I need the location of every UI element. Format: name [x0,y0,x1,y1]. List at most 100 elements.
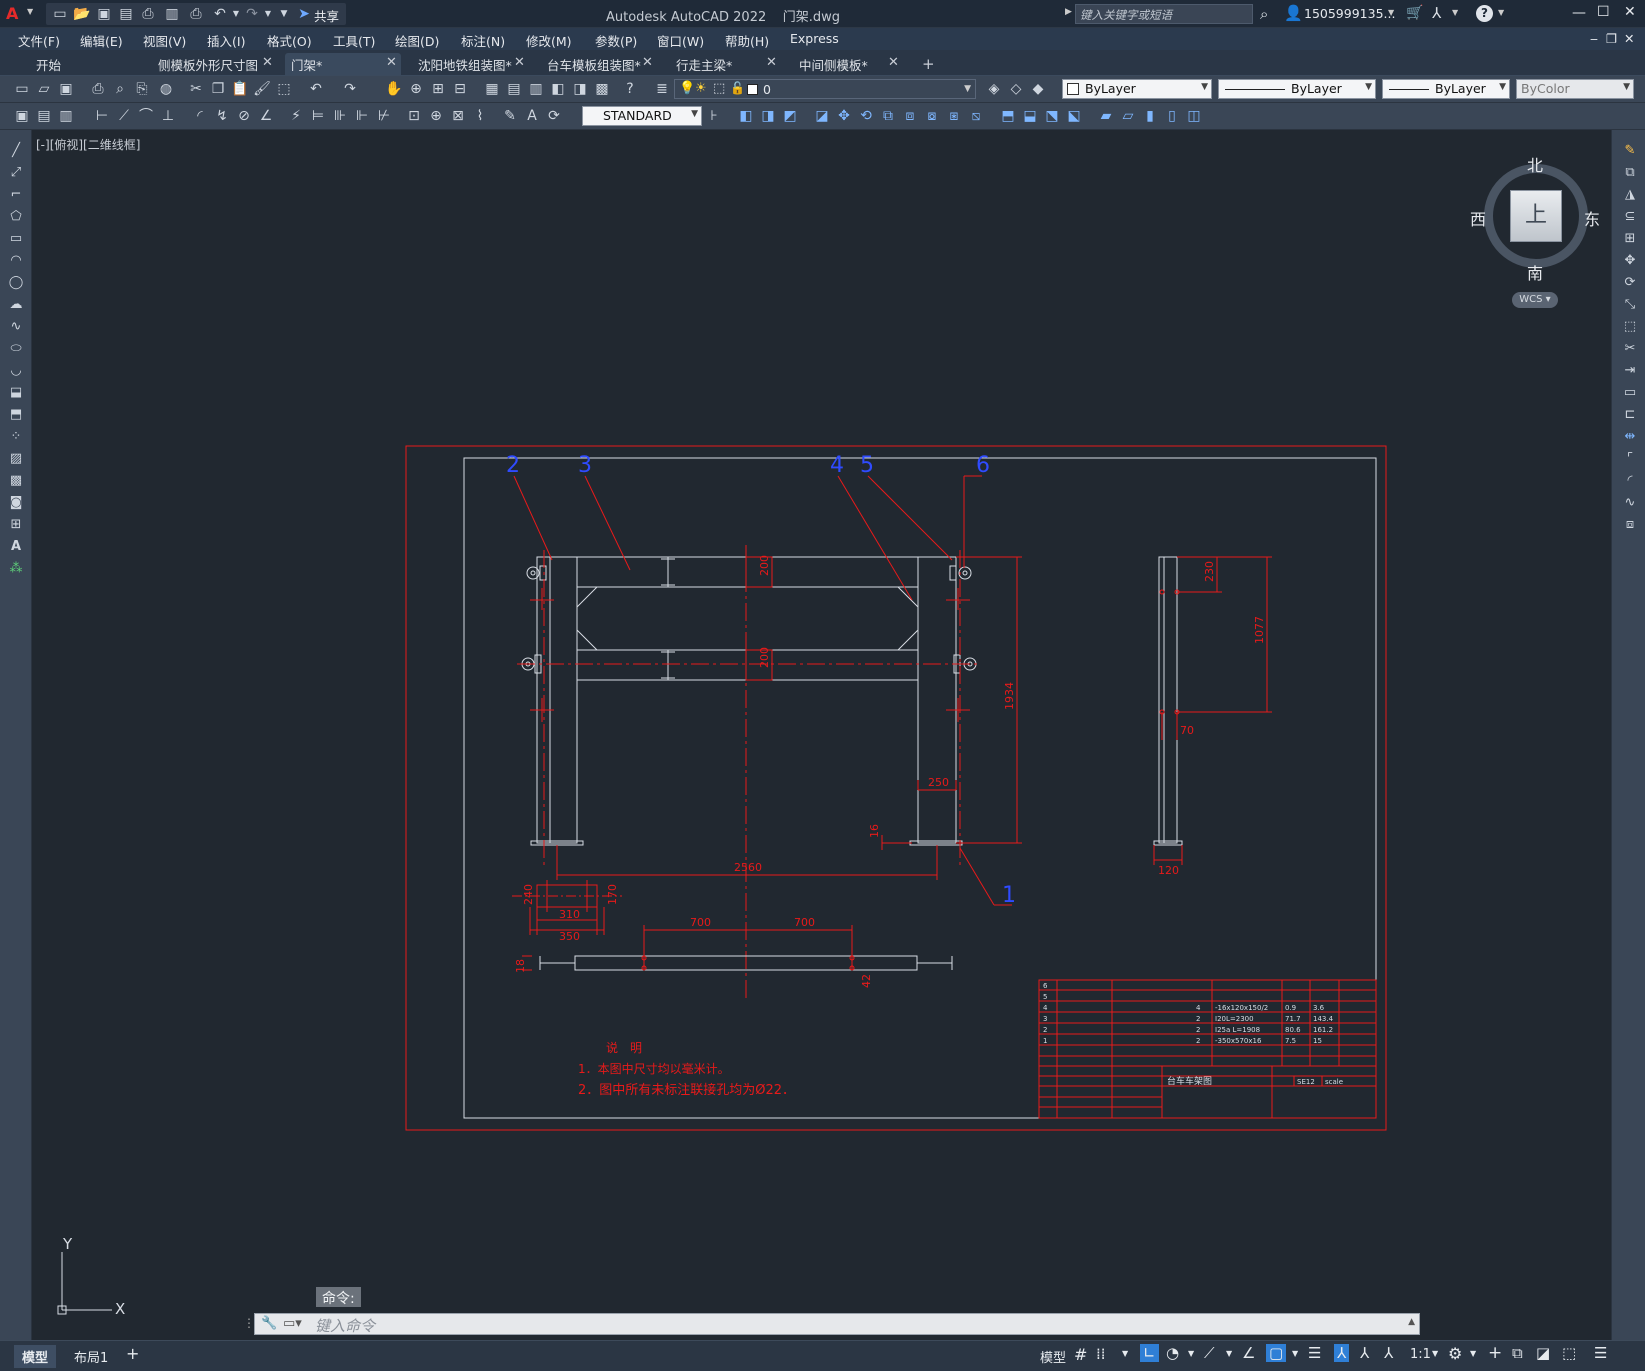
autocad-logo-icon[interactable]: A [6,4,24,24]
qnew-icon[interactable]: ▭ [12,80,32,98]
web-save-icon[interactable]: ⎙ [138,5,158,23]
attdef-icon[interactable]: ▥ [56,107,76,125]
3d-align-icon[interactable]: ⧉ [878,107,898,125]
chevron-down-icon[interactable]: ▼ [1188,1349,1194,1358]
tool-palettes-icon[interactable]: ▥ [526,80,546,98]
trim-icon[interactable]: ✂ [1620,340,1640,358]
sheet-set-icon[interactable]: ◧ [548,80,568,98]
linear-dim-icon[interactable]: ⊢ [92,107,112,125]
tab-close-icon[interactable]: ✕ [514,55,525,70]
3d-fillet-icon[interactable]: ▯ [1162,107,1182,125]
save-icon[interactable]: ▣ [94,5,114,23]
hatch-icon[interactable]: ▨ [6,450,26,468]
stretch-icon[interactable]: ⬚ [1620,318,1640,336]
viewport-freeze-icon[interactable]: ⬚ [713,81,725,96]
dim-style-control[interactable]: STANDARD ▼ [582,106,702,126]
arc-icon[interactable]: ◠ [6,252,26,270]
3d-array-icon[interactable]: ⧇ [922,107,942,125]
tab-shenyang-metro[interactable]: 沈阳地铁组装图* [412,53,518,75]
bulb-on-icon[interactable]: 💡 [679,81,695,96]
layout-tab-model[interactable]: 模型 [14,1345,57,1368]
command-grip-icon[interactable]: ⋮ [243,1316,255,1330]
save-icon[interactable]: ▣ [56,80,76,98]
plot-icon[interactable]: ▥ [162,5,182,23]
clean-screen-icon[interactable]: ⬚ [1562,1344,1576,1362]
print-icon[interactable]: ⎙ [186,5,206,23]
3d-revolve-icon[interactable]: ⬓ [1020,107,1040,125]
share-icon[interactable]: ➤ [294,5,314,23]
make-block-icon[interactable]: ⬒ [6,406,26,424]
chevron-down-icon[interactable]: ▼ [1623,82,1630,92]
chevron-down-icon[interactable]: ▼ [964,84,971,94]
3d-rotate-icon[interactable]: ⟲ [856,107,876,125]
help-icon[interactable]: ? [620,80,640,98]
jogged-dim-icon[interactable]: ↯ [212,107,232,125]
auto-scale-icon[interactable]: ⅄ [1360,1344,1369,1362]
polar-tracking-icon[interactable]: ◔ [1166,1344,1179,1362]
command-customize-icon[interactable]: 🔧 [261,1316,277,1331]
menu-insert[interactable]: 插入(I) [207,31,245,50]
tab-start[interactable]: 开始 [30,53,67,75]
save-as-icon[interactable]: ▤ [116,5,136,23]
3d-union-icon[interactable]: ◨ [758,107,778,125]
autodesk-account-icon[interactable]: ⅄ [1432,4,1441,22]
plot-icon[interactable]: ⎙ [88,80,108,98]
3d-intersect-icon[interactable]: ◪ [812,107,832,125]
command-expand-icon[interactable]: ▲ [1408,1317,1415,1327]
construction-line-icon[interactable]: ⤢ [6,164,26,182]
close-button[interactable]: ✕ [1624,4,1636,20]
maximize-button[interactable]: ☐ [1597,4,1610,20]
copy-icon[interactable]: ⧉ [1620,164,1640,182]
menu-tools[interactable]: 工具(T) [333,31,375,50]
layer-properties-icon[interactable]: ≣ [652,80,672,98]
aligned-dim-icon[interactable]: ⟋ [114,107,134,125]
help-dropdown-icon[interactable]: ▼ [1498,8,1504,17]
point-icon[interactable]: ⁘ [6,428,26,446]
sun-icon[interactable]: ☀ [695,81,707,96]
object-snap-tracking-icon[interactable]: ∠ [1242,1344,1255,1362]
menu-modify[interactable]: 修改(M) [526,31,572,50]
lock-icon[interactable]: 🔓 [730,81,745,95]
chevron-down-icon[interactable]: ▼ [1201,82,1208,92]
dwf-icon[interactable]: ◍ [156,80,176,98]
zoom-realtime-icon[interactable]: ⊕ [406,80,426,98]
color-control[interactable]: ByLayer ▼ [1062,79,1212,99]
menu-help[interactable]: 帮助(H) [725,31,769,50]
tab-close-icon[interactable]: ✕ [642,55,653,70]
menu-edit[interactable]: 编辑(E) [80,31,123,50]
inspection-icon[interactable]: ⊠ [448,107,468,125]
ortho-icon[interactable]: ∟ [1140,1344,1159,1362]
quick-dim-icon[interactable]: ⚡ [286,107,306,125]
insert-block-icon[interactable]: ⬓ [6,384,26,402]
polyline-icon[interactable]: ⌐ [6,186,26,204]
customize-qat-icon[interactable]: ▼ [274,5,294,23]
quickcalc-icon[interactable]: ▩ [592,80,612,98]
user-dropdown-icon[interactable]: ▼ [1388,8,1394,17]
join-icon[interactable]: ⇹ [1620,428,1640,446]
move-icon[interactable]: ✥ [1620,252,1640,270]
menu-express[interactable]: Express [790,31,839,46]
tab-close-icon[interactable]: ✕ [386,55,397,70]
annotation-visibility-icon[interactable]: ⅄ [1334,1344,1350,1362]
cart-icon[interactable]: 🛒 [1406,5,1423,21]
grid-icon[interactable]: # [1074,1345,1087,1364]
scale-icon[interactable]: ⤡ [1620,296,1640,314]
ordinate-dim-icon[interactable]: ⊥ [158,107,178,125]
3d-extrude-icon[interactable]: ⬒ [998,107,1018,125]
chevron-down-icon[interactable]: ▼ [691,109,698,119]
menu-file[interactable]: 文件(F) [18,31,60,50]
block-editor-icon[interactable]: ⬚ [274,80,294,98]
pan-icon[interactable]: ✋ [384,80,404,98]
baseline-dim-icon[interactable]: ⊨ [308,107,328,125]
workspace-gear-icon[interactable]: ⚙ [1448,1344,1462,1363]
diameter-dim-icon[interactable]: ⊘ [234,107,254,125]
blend-curves-icon[interactable]: ∿ [1620,494,1640,512]
chevron-down-icon[interactable]: ▼ [1122,1349,1128,1358]
command-input[interactable]: 键入命令 [315,1315,375,1336]
dim-space-icon[interactable]: ⊩ [352,107,372,125]
publish-icon[interactable]: ⎘ [132,80,152,98]
radius-dim-icon[interactable]: ◜ [190,107,210,125]
open-icon[interactable]: ▱ [34,80,54,98]
hardware-acceleration-icon[interactable]: ◪ [1536,1344,1550,1362]
spline-icon[interactable]: ∿ [6,318,26,336]
